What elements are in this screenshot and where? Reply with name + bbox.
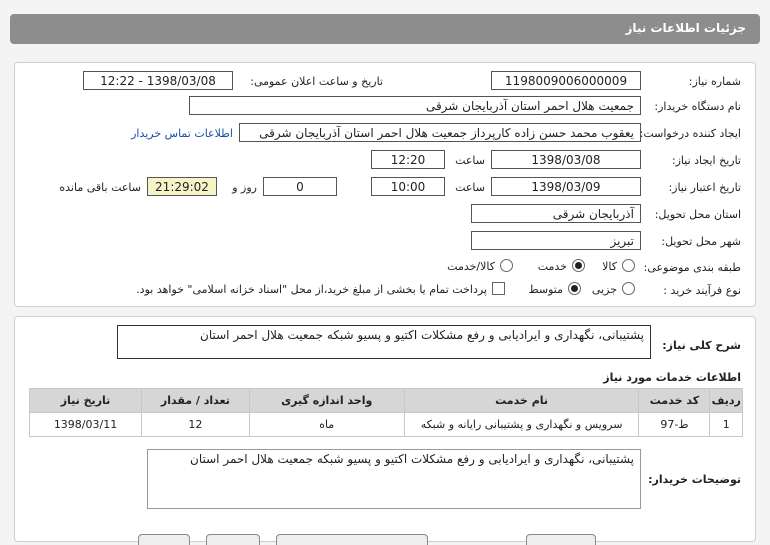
need-info-panel: شماره نیاز: 1198009006000009 تاریخ و ساع…	[14, 62, 756, 307]
buyer-label: نام دستگاه خریدار:	[654, 100, 741, 113]
category-radio-goods-service[interactable]	[500, 259, 513, 272]
cell-service-name: سرویس و نگهداری و پشتیبانی رایانه و شبکه	[403, 412, 640, 437]
process-radio-minor[interactable]	[622, 282, 635, 295]
summary-field[interactable]: پشتیبانی، نگهداری و ایرادیابی و رفع مشکل…	[117, 325, 651, 359]
created-date-field[interactable]: 1398/03/08	[491, 150, 641, 169]
cell-unit: ماه	[248, 412, 405, 437]
treasury-payment-checkbox[interactable]	[492, 282, 505, 295]
process-radio-medium[interactable]	[568, 282, 581, 295]
treasury-payment-note: پرداخت تمام یا بخشی از مبلغ خرید،از محل …	[136, 283, 487, 296]
created-time-field[interactable]: 12:20	[371, 150, 445, 169]
cell-service-code: ط-97	[638, 412, 711, 437]
province-field[interactable]: آذربایجان شرقی	[471, 204, 641, 223]
valid-time-field[interactable]: 10:00	[371, 177, 445, 196]
need-details-panel: شرح کلی نیاز: پشتیبانی، نگهداری و ایرادی…	[14, 316, 756, 542]
cell-quantity: 12	[141, 412, 250, 437]
created-time-label: ساعت	[455, 154, 485, 167]
requester-field[interactable]: یعقوب محمد حسن زاده کارپرداز جمعیت هلال …	[239, 123, 641, 142]
remaining-days-label: روز و	[232, 181, 257, 194]
col-unit: واحد اندازه گیری	[248, 388, 405, 413]
created-date-label: تاریخ ایجاد نیاز:	[671, 154, 741, 167]
category-radio-service[interactable]	[572, 259, 585, 272]
remaining-time-field: 21:29:02	[147, 177, 217, 196]
bottom-button-2[interactable]	[206, 534, 260, 545]
need-number-field[interactable]: 1198009006000009	[491, 71, 641, 90]
buyer-notes-field[interactable]: پشتیبانی، نگهداری و ایرادیابی و رفع مشکل…	[147, 449, 641, 509]
services-table: ردیف کد خدمت نام خدمت واحد اندازه گیری ت…	[28, 388, 743, 437]
remaining-time-label: ساعت باقی مانده	[59, 181, 141, 194]
col-row: ردیف	[709, 388, 743, 413]
buyer-contact-link[interactable]: اطلاعات تماس خریدار	[131, 127, 233, 140]
summary-label: شرح کلی نیاز:	[662, 339, 741, 352]
city-label: شهر محل تحویل:	[661, 235, 741, 248]
process-label: نوع فرآیند خرید :	[663, 284, 741, 297]
category-option-service: خدمت	[537, 260, 567, 273]
category-option-goods-service: کالا/خدمت	[447, 260, 495, 273]
col-service-code: کد خدمت	[638, 388, 711, 413]
col-service-name: نام خدمت	[403, 388, 640, 413]
province-label: استان محل تحویل:	[654, 208, 741, 221]
bottom-button-4[interactable]	[526, 534, 596, 545]
need-number-label: شماره نیاز:	[688, 75, 741, 88]
bottom-button-1[interactable]	[138, 534, 190, 545]
process-option-medium: متوسط	[528, 283, 563, 296]
cell-row: 1	[709, 412, 743, 437]
category-label: طبقه بندی موضوعی:	[643, 261, 741, 274]
col-quantity: تعداد / مقدار	[141, 388, 250, 413]
services-header-row: ردیف کد خدمت نام خدمت واحد اندازه گیری ت…	[28, 388, 743, 413]
city-field[interactable]: تبریز	[471, 231, 641, 250]
announce-field[interactable]: 1398/03/08 - 12:22	[83, 71, 233, 90]
page-header: جزئیات اطلاعات نیاز	[10, 14, 760, 44]
cell-need-date: 1398/03/11	[28, 412, 143, 437]
process-option-minor: جزیی	[591, 283, 617, 296]
requester-label: ایجاد کننده درخواست:	[639, 127, 741, 140]
bottom-button-3[interactable]	[276, 534, 428, 545]
remaining-days-field[interactable]: 0	[263, 177, 337, 196]
category-radio-goods[interactable]	[622, 259, 635, 272]
buyer-field[interactable]: جمعیت هلال احمر استان آذربایجان شرقی	[189, 96, 641, 115]
category-option-goods: کالا	[602, 260, 617, 273]
services-title: اطلاعات خدمات مورد نیاز	[603, 371, 741, 384]
col-need-date: تاریخ نیاز	[28, 388, 143, 413]
page-title: جزئیات اطلاعات نیاز	[625, 21, 746, 35]
announce-label: تاریخ و ساعت اعلان عمومی:	[250, 75, 383, 88]
table-row[interactable]: 1 ط-97 سرویس و نگهداری و پشتیبانی رایانه…	[28, 412, 743, 437]
valid-date-label: تاریخ اعتبار نیاز:	[668, 181, 741, 194]
valid-time-label: ساعت	[455, 181, 485, 194]
buyer-notes-label: توضیحات خریدار:	[648, 473, 741, 486]
valid-date-field[interactable]: 1398/03/09	[491, 177, 641, 196]
